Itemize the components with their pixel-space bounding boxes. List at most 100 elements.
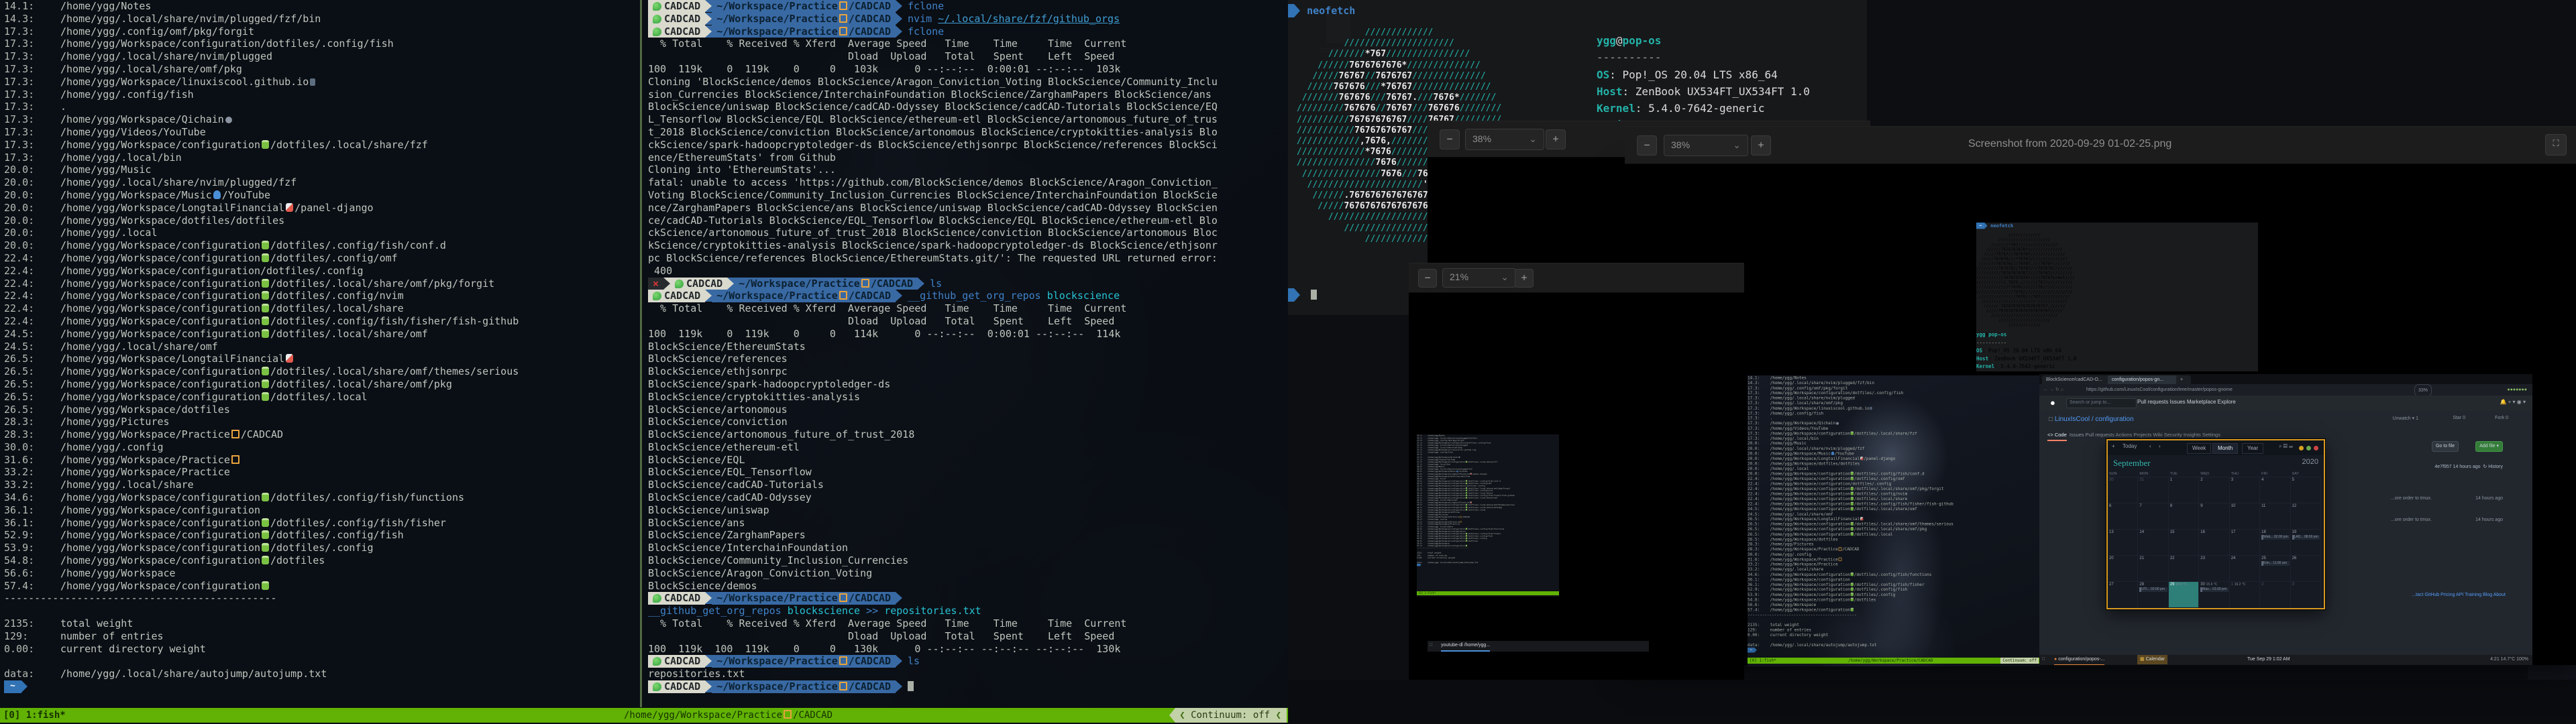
terminal-line: 52.9:/home/ygg/Workspace/configuration/d… — [4, 529, 637, 542]
terminal-line: BlockScience/InterchainFoundation — [648, 542, 1285, 554]
nested-screenshot-tmux-small: 14.1:/home/ygg/Notes14.3:/home/ygg/.loca… — [1417, 434, 1559, 597]
zoom-out-button[interactable]: − — [1637, 135, 1657, 156]
terminal-line: 17.3:/home/ygg/.local/share/omf/pkg — [1748, 401, 1953, 406]
calendar-day-cell: 7 — [2138, 503, 2168, 529]
phones-icon — [1831, 452, 1834, 455]
terminal-line: 17.3:/home/ygg/.config/omf/pkg/forgit — [1748, 385, 1953, 391]
link-icon — [1836, 422, 1839, 425]
terminal-line: CADCAD~/Workspace/Practice/CADCADls — [648, 655, 1285, 668]
calendar-day-cell: 11 — [2260, 503, 2290, 529]
terminal-line: 17.3:/home/ygg/.config/omf/pkg/forgit — [4, 25, 637, 38]
terminal-line: 36.1:/home/ygg/Workspace/configuration — [1748, 577, 1953, 583]
terminal-line: Dload Upload Total Spent Left Speed — [648, 315, 1285, 328]
prompt-path-segment: ~/Workspace/Practice/CADCAD — [712, 592, 896, 605]
zoom-level-dropdown[interactable]: 38%⌄ — [1465, 129, 1544, 150]
nested-screenshot-neofetch: ~ neofetch ///////////// ///////////////… — [1976, 223, 2258, 371]
terminal-line: 129:number of entries — [4, 630, 637, 643]
flask-icon — [1851, 588, 1854, 591]
zoom-out-button[interactable]: − — [1440, 129, 1460, 149]
vector-icon — [839, 1, 847, 10]
terminal-line: 52.9:/home/ygg/Workspace/configuration/d… — [1748, 587, 1953, 593]
flask-icon — [1466, 490, 1467, 491]
taskbar-item-calendar: ▦ Calendar — [2137, 655, 2167, 664]
calendar-day-cell: 3 — [2230, 477, 2260, 503]
terminal-line: BlockScience/references — [648, 353, 1285, 365]
terminal-line: BlockScience/demos — [648, 580, 1285, 593]
vec-icon — [231, 455, 239, 464]
link-icon — [1459, 457, 1460, 458]
calendar-today-button: Today — [2123, 443, 2137, 449]
prompt-path-segment: ~/Workspace/Practice/CADCAD — [712, 25, 896, 38]
terminal-line: 54.8:/home/ygg/Workspace/configuration/d… — [4, 554, 637, 567]
terminal-line: 14.1:/home/ygg/Notes — [4, 0, 637, 13]
left-monitor-terminal-window[interactable]: 14.1:/home/ygg/Notes14.3:/home/ygg/.loca… — [0, 0, 1288, 724]
zoom-in-button[interactable]: + — [1546, 129, 1566, 149]
calendar-view-month: Month — [2212, 443, 2238, 454]
terminal-line: 57.4:/home/ygg/Workspace/configuration — [4, 580, 637, 593]
calendar-day-cell: 26 — [2291, 555, 2321, 581]
terminal-line: 26.5:/home/ygg/Workspace/dotfiles — [1748, 537, 1953, 542]
terminal-line: 26.5:/home/ygg/Workspace/LongtailFinanci… — [1748, 517, 1953, 522]
prompt-path-segment: ~ — [4, 680, 21, 693]
flask-icon — [1851, 598, 1854, 601]
image-viewer-front-headerbar[interactable]: − 38%⌄ + Screenshot from 2020-09-29 01-0… — [1625, 126, 2576, 164]
prompt-venv-segment: CADCAD — [648, 13, 705, 25]
tmux-pane-cadcad-shell[interactable]: CADCAD~/Workspace/Practice/CADCADfcloneC… — [648, 0, 1285, 707]
chevron-down-icon: ⌄ — [1501, 269, 1509, 286]
link-icon — [225, 117, 232, 123]
tmux-window-list[interactable]: [0] 1:fish* — [3, 708, 66, 723]
terminal-line — [1748, 617, 1953, 623]
terminal-line: ckScience/artonomous_future_of_trust_201… — [648, 227, 1285, 239]
tmux-pane-autojump-stats[interactable]: 14.1:/home/ygg/Notes14.3:/home/ygg/.loca… — [1417, 434, 1515, 566]
prompt-path-segment: ~ — [1976, 223, 1984, 229]
terminal-line: 17.3:/home/ygg/Workspace/configuration/d… — [1748, 431, 1953, 436]
calendar-day-cell: 30 — [2108, 477, 2138, 503]
terminal-line: t_2018 BlockScience/conviction BlockScie… — [648, 126, 1285, 139]
zoom-level-dropdown[interactable]: 38%⌄ — [1664, 135, 1748, 156]
terminal-line: data:/home/ygg/.local/share/autojump/aut… — [4, 668, 637, 680]
terminal-line: BlockScience/conviction — [648, 416, 1285, 428]
zoom-out-button[interactable]: − — [1418, 269, 1437, 288]
terminal-line: 34.6:/home/ygg/Workspace/configuration/d… — [1748, 572, 1953, 577]
tmux-continuum-status: ❮ Continuum: off ❮ — [1175, 708, 1287, 723]
terminal-line: 20.0:/home/ygg/Workspace/dotfiles/dotfil… — [4, 215, 637, 227]
zoom-level-dropdown[interactable]: 21%⌄ — [1442, 268, 1516, 288]
terminal-line: CADCAD~/Workspace/Practice/CADCADfclone — [648, 0, 1285, 13]
vector-icon — [839, 593, 847, 602]
vec-icon — [1839, 547, 1842, 550]
neofetch-info-line: Host: ZenBook UX534FT_UX534FT 1.0 — [1597, 83, 1867, 100]
fullscreen-button[interactable]: ⛶ — [2545, 134, 2567, 156]
github-logo-icon: ● — [2050, 398, 2055, 408]
python-snake-icon — [653, 657, 661, 666]
vec-icon — [231, 430, 239, 438]
flask-icon — [262, 140, 269, 149]
zoom-in-button[interactable]: + — [1515, 269, 1534, 288]
tmux-pane-divider[interactable] — [640, 0, 642, 707]
terminal-line: 26.5:/home/ygg/Workspace/configuration/d… — [1748, 532, 1953, 537]
image-viewer-small-headerbar[interactable]: − 21%⌄ + — [1409, 263, 1744, 293]
terminal-line: 22.4:/home/ygg/Workspace/configuration/d… — [4, 265, 637, 278]
taskbar-clock: Tue Sep 29 1:02 AM — [2247, 655, 2290, 664]
calendar-day-cell: 30 15.6 °CMax... 01:00 pm — [2199, 581, 2229, 607]
neofetch-terminal-window[interactable]: ~ neofetch ///////////// ///////////////… — [1976, 223, 2108, 371]
terminal-line: 56.6:/home/ygg/Workspace — [1748, 602, 1953, 607]
terminal-line: 30.0:/home/ygg/.config — [1748, 552, 1953, 557]
terminal-line: 56.6:/home/ygg/Workspace — [4, 567, 637, 580]
tmux-pane-autojump-stats[interactable]: 14.1:/home/ygg/Notes14.3:/home/ygg/.loca… — [1748, 375, 1953, 653]
terminal-line: 22.4:/home/ygg/Workspace/configuration/d… — [4, 302, 637, 315]
calendar-day-cell: 2 — [2199, 477, 2229, 503]
terminal-line: 22.4:/home/ygg/Workspace/configuration/d… — [4, 290, 637, 302]
zoom-in-button[interactable]: + — [1751, 135, 1771, 156]
calendar-day-cell: 21 — [2138, 555, 2168, 581]
terminal-line: L_Tensorflow BlockScience/EQL BlockScien… — [648, 113, 1285, 126]
terminal-line: 17.3:/home/ygg/Videos/YouTube — [1748, 426, 1953, 431]
vec-icon — [1460, 516, 1461, 518]
tmux-pane-autojump-stats[interactable]: 14.1:/home/ygg/Notes14.3:/home/ygg/.loca… — [4, 0, 637, 707]
terminal-line: 26.5:/home/ygg/Workspace/configuration/d… — [4, 391, 637, 404]
shell-prompt-idle[interactable]: ~ — [1288, 288, 1317, 302]
calendar-view-year: Year — [2242, 443, 2263, 454]
terminal-line: ~ — [4, 680, 637, 693]
terminal-line: 33.2:/home/ygg/.local/share — [1748, 567, 1953, 572]
calendar-event-chip: Kim... 11:00 am — [2261, 561, 2289, 566]
terminal-line: 129:number of entries — [1748, 627, 1953, 633]
